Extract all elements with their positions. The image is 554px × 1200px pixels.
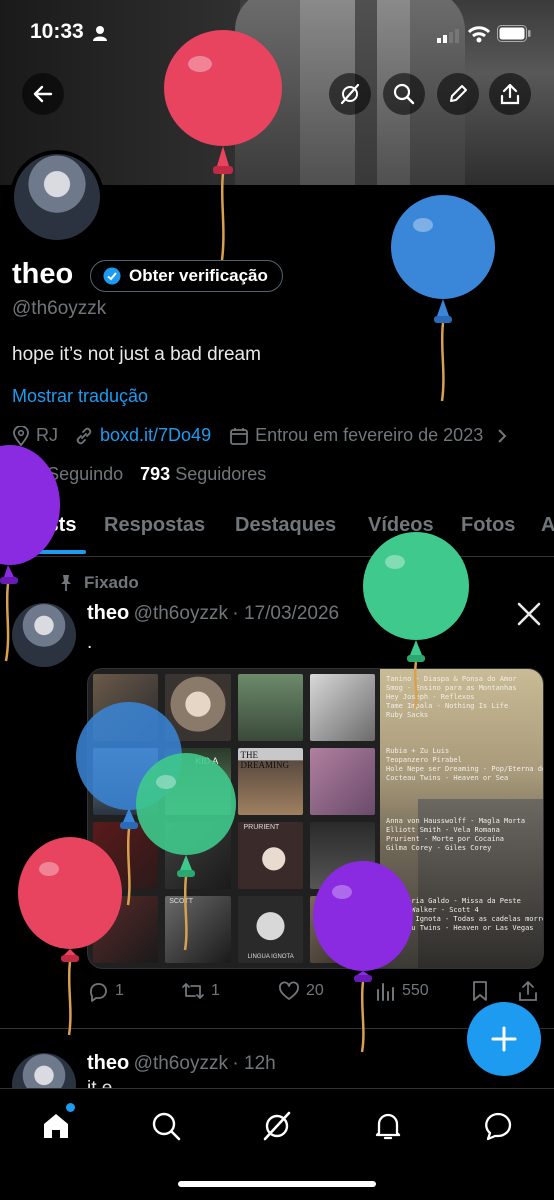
edit-button[interactable] xyxy=(437,73,479,115)
album-cover xyxy=(237,674,303,741)
translate-link[interactable]: Mostrar tradução xyxy=(12,386,148,407)
person-icon xyxy=(93,26,107,41)
heart-icon xyxy=(279,981,299,1000)
share-icon xyxy=(500,83,520,105)
album-cover: LINGUA IGNOTA xyxy=(237,896,303,963)
nav-notifications[interactable] xyxy=(371,1109,405,1143)
album-cover: PRURIENT xyxy=(237,822,303,889)
post-author-handle[interactable]: @th6oyzzk xyxy=(134,603,228,624)
home-indicator xyxy=(178,1181,376,1187)
balloon-red-icon xyxy=(18,837,122,1036)
verified-badge-icon xyxy=(103,267,121,285)
balloon-purple-icon xyxy=(0,445,60,662)
bookmark-icon xyxy=(473,981,487,1001)
verify-button[interactable]: Obter verificação xyxy=(90,260,283,292)
balloon-green-icon xyxy=(363,532,469,709)
profile-bio: hope it’s not just a bad dream xyxy=(12,344,261,365)
post-date[interactable]: · 12h xyxy=(232,1053,275,1074)
profile-name: theo xyxy=(12,258,74,290)
pinned-indicator: Fixado xyxy=(58,573,139,593)
pencil-icon xyxy=(450,85,467,102)
profile-handle: @th6oyzzk xyxy=(12,298,107,319)
media-list-low: Anna von Hausswolff - Magla Morta Elliott… xyxy=(386,817,526,852)
search-button[interactable] xyxy=(383,73,425,115)
next-post-text: it e xyxy=(87,1078,112,1088)
tab-highlights[interactable]: Destaques xyxy=(235,514,336,537)
status-time: 10:33 xyxy=(30,20,84,43)
album-label: THE DREAMING xyxy=(240,750,290,770)
search-icon xyxy=(393,83,415,105)
tab-replies[interactable]: Respostas xyxy=(104,514,205,537)
grok-icon xyxy=(263,1111,291,1141)
bell-icon xyxy=(375,1113,401,1140)
verify-label: Obter verificação xyxy=(129,266,268,285)
avatar[interactable] xyxy=(14,154,100,240)
bookmark-button[interactable] xyxy=(471,980,489,1002)
chat-icon xyxy=(485,1112,512,1141)
tab-articles[interactable]: A xyxy=(541,514,554,537)
wifi-icon xyxy=(467,26,491,43)
repost-button[interactable]: 1 xyxy=(181,980,220,1002)
joined-text: Entrou em fevereiro de 2023 xyxy=(255,425,484,445)
post-text: . xyxy=(87,632,93,653)
album-label: LINGUA IGNOTA xyxy=(247,954,294,960)
back-button[interactable] xyxy=(22,73,64,115)
profile-meta: RJ boxd.it/7Do49 Entrou em fevereiro de … xyxy=(12,425,509,446)
followers-count: 793 xyxy=(140,464,171,484)
post-author-name[interactable]: theo xyxy=(87,1052,129,1074)
chevron-right-icon[interactable] xyxy=(495,427,509,445)
nav-home[interactable] xyxy=(39,1103,75,1143)
post-date[interactable]: · 17/03/2026 xyxy=(232,603,339,624)
balloon-green-icon xyxy=(136,753,236,951)
cellular-icon xyxy=(437,29,459,43)
nav-search[interactable] xyxy=(149,1109,183,1143)
share-button[interactable] xyxy=(489,73,531,115)
home-icon xyxy=(44,1114,68,1138)
share-icon xyxy=(519,981,537,1001)
x-logo-icon[interactable] xyxy=(517,602,541,626)
next-post-header: theo @th6oyzzk · 12h xyxy=(87,1052,276,1075)
followers-link[interactable]: 793 Seguidores xyxy=(140,464,266,484)
post-author-handle[interactable]: @th6oyzzk xyxy=(134,1053,228,1074)
post-author-name[interactable]: theo xyxy=(87,602,129,624)
profile-link[interactable]: boxd.it/7Do49 xyxy=(100,425,211,446)
search-icon xyxy=(152,1112,181,1141)
nav-messages[interactable] xyxy=(481,1109,515,1143)
grok-icon xyxy=(340,83,360,105)
calendar-icon xyxy=(230,427,248,445)
repost-icon xyxy=(182,983,204,999)
post-share-button[interactable] xyxy=(518,980,538,1002)
followers-label: Seguidores xyxy=(175,464,267,484)
post-header: theo @th6oyzzk · 17/03/2026 xyxy=(87,602,339,625)
media-list-mid: Rubia + Zu Luis Teopanzero Pirabel Hole Ne… xyxy=(386,747,543,782)
grok-button[interactable] xyxy=(329,73,371,115)
notification-dot xyxy=(66,1103,75,1112)
album-cover: THE DREAMING xyxy=(237,748,303,815)
battery-icon xyxy=(497,25,531,42)
balloon-blue-icon xyxy=(391,195,495,402)
link-icon xyxy=(76,427,92,444)
pinned-label: Fixado xyxy=(84,573,139,592)
balloon-purple-icon xyxy=(313,861,413,1053)
balloon-red-icon xyxy=(164,30,282,261)
compose-button[interactable] xyxy=(467,1002,541,1076)
album-label: PRURIENT xyxy=(243,824,280,831)
repost-count: 1 xyxy=(211,982,220,999)
nav-grok[interactable] xyxy=(260,1109,294,1143)
album-cover xyxy=(309,748,375,815)
arrow-left-icon xyxy=(33,85,53,103)
plus-icon xyxy=(491,1026,517,1052)
